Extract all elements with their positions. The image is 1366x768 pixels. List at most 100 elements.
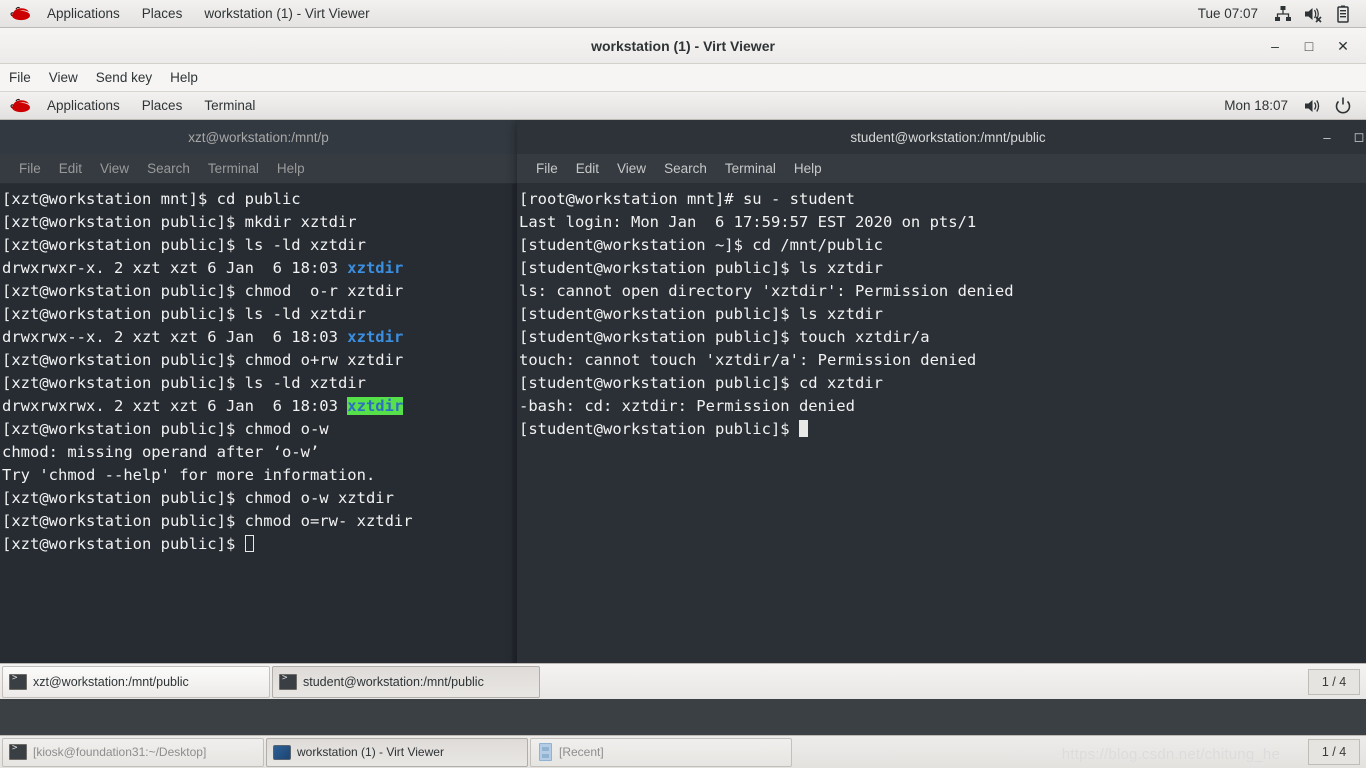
terminal-text: [xzt@workstation public]$ chmod o=rw- xz… [2,512,413,530]
guest-terminal-menu[interactable]: Terminal [193,92,266,119]
host-taskbar-item-virt-viewer[interactable]: workstation (1) - Virt Viewer [266,737,528,767]
terminal-text: drwxrwxr-x. 2 xzt xzt 6 Jan 6 18:03 [2,259,348,277]
terminal-line: [xzt@workstation public]$ chmod o-w xztd… [2,487,517,510]
menu-file[interactable]: File [0,65,40,91]
redhat-logo-icon [8,4,34,24]
right-terminal-output[interactable]: [root@workstation mnt]# su - student Last… [517,184,1366,683]
virt-viewer-titlebar[interactable]: workstation (1) - Virt Viewer – □ ✕ [0,28,1366,64]
terminal-text: [xzt@workstation public]$ [2,535,245,553]
terminal-text: [xzt@workstation public]$ chmod o+rw xzt… [2,351,404,369]
terminal-line: drwxrwx--x. 2 xzt xzt 6 Jan 6 18:03 xztd… [2,326,517,349]
maximize-button[interactable]: □ [1292,31,1326,61]
terminal-text: [student@workstation public]$ ls xztdir [519,305,883,323]
taskbar-item-label: student@workstation:/mnt/public [303,674,484,689]
taskbar-item-student-terminal[interactable]: student@workstation:/mnt/public [272,665,540,698]
guest-applications-menu[interactable]: Applications [36,92,131,119]
terminal-line: -bash: cd: xztdir: Permission denied [519,395,1366,418]
virt-viewer-window-controls: – □ ✕ [1258,28,1360,64]
host-status-area: Tue 07:07 [1188,4,1366,24]
host-clock[interactable]: Tue 07:07 [1188,6,1268,21]
terminal-line: [xzt@workstation mnt]$ cd public [2,188,517,211]
menu-help[interactable]: Help [161,65,207,91]
menu-view[interactable]: View [40,65,87,91]
right-menu-terminal[interactable]: Terminal [716,155,785,183]
right-menu-file[interactable]: File [527,155,567,183]
terminal-icon [279,673,297,690]
terminal-line: [root@workstation mnt]# su - student [519,188,1366,211]
left-terminal-output[interactable]: [xzt@workstation mnt]$ cd public [xzt@wor… [0,184,517,688]
guest-workspace-switcher[interactable]: 1 / 4 [1308,668,1360,695]
monitor-icon [273,744,291,760]
guest-places-menu[interactable]: Places [131,92,194,119]
guest-vm-screen: Applications Places Terminal Mon 18:07 x… [0,92,1366,735]
right-menu-help[interactable]: Help [785,155,831,183]
power-icon[interactable] [1332,96,1354,116]
host-active-window-title[interactable]: workstation (1) - Virt Viewer [193,0,380,27]
guest-clock[interactable]: Mon 18:07 [1214,98,1298,113]
terminal-cursor [798,420,808,437]
terminal-highlight-text: xztdir [347,328,404,346]
menu-send-key[interactable]: Send key [87,65,161,91]
terminal-line: Try 'chmod --help' for more information. [2,464,517,487]
left-menu-file[interactable]: File [10,155,50,183]
host-applications-menu[interactable]: Applications [36,0,131,27]
terminal-text: chmod: missing operand after ‘o-w’ [2,443,320,461]
terminal-line: drwxrwxrwx. 2 xzt xzt 6 Jan 6 18:03 xztd… [2,395,517,418]
left-terminal-menubar: File Edit View Search Terminal Help [0,154,517,184]
close-button[interactable]: ✕ [1326,31,1360,61]
terminal-cursor [244,535,254,552]
volume-icon[interactable] [1302,96,1324,116]
terminal-line: chmod: missing operand after ‘o-w’ [2,441,517,464]
terminal-line: [student@workstation public]$ cd xztdir [519,372,1366,395]
host-taskbar-item-recent[interactable]: [Recent] [530,737,792,767]
left-menu-help[interactable]: Help [268,155,314,183]
terminal-window-xzt: xzt@workstation:/mnt/p File Edit View Se… [0,120,517,688]
left-menu-search[interactable]: Search [138,155,199,183]
right-terminal-menubar: File Edit View Search Terminal Help [517,154,1366,184]
minimize-button[interactable]: – [1258,31,1292,61]
left-terminal-title: xzt@workstation:/mnt/p [188,129,329,145]
host-taskbar-item-label: workstation (1) - Virt Viewer [297,745,444,759]
terminal-line: ls: cannot open directory 'xztdir': Perm… [519,280,1366,303]
terminal-line: [xzt@workstation public]$ ls -ld xztdir [2,372,517,395]
host-workspace-switcher[interactable]: 1 / 4 [1308,739,1360,765]
terminal-text: [xzt@workstation public]$ chmod o-w [2,420,329,438]
terminal-line: drwxrwxr-x. 2 xzt xzt 6 Jan 6 18:03 xztd… [2,257,517,280]
right-menu-view[interactable]: View [608,155,655,183]
host-taskbar-item-kiosk-terminal[interactable]: [kiosk@foundation31:~/Desktop] [2,737,264,767]
right-terminal-maximize-button[interactable]: ◻ [1343,124,1366,150]
host-taskbar: [kiosk@foundation31:~/Desktop] workstati… [0,735,1366,768]
guest-window-list: xzt@workstation:/mnt/public student@work… [0,664,1308,699]
volume-muted-icon[interactable] [1302,4,1324,24]
network-icon[interactable] [1272,4,1294,24]
terminal-line: Last login: Mon Jan 6 17:59:57 EST 2020 … [519,211,1366,234]
terminal-line: [xzt@workstation public]$ chmod o-w [2,418,517,441]
terminal-text: Try 'chmod --help' for more information. [2,466,376,484]
host-window-list: [kiosk@foundation31:~/Desktop] workstati… [0,736,1308,768]
terminal-text: ls: cannot open directory 'xztdir': Perm… [519,282,1014,300]
left-menu-edit[interactable]: Edit [50,155,91,183]
left-menu-terminal[interactable]: Terminal [199,155,268,183]
taskbar-item-xzt-terminal[interactable]: xzt@workstation:/mnt/public [2,665,270,698]
host-taskbar-item-label: [kiosk@foundation31:~/Desktop] [33,745,207,759]
right-menu-search[interactable]: Search [655,155,716,183]
host-places-menu[interactable]: Places [131,0,194,27]
terminal-text: [xzt@workstation mnt]$ cd public [2,190,301,208]
right-terminal-titlebar[interactable]: student@workstation:/mnt/public – ◻ [517,120,1366,154]
right-menu-edit[interactable]: Edit [567,155,608,183]
left-menu-view[interactable]: View [91,155,138,183]
host-taskbar-item-label: [Recent] [559,745,604,759]
terminal-line: [xzt@workstation public]$ chmod o+rw xzt… [2,349,517,372]
terminal-text: [xzt@workstation public]$ chmod o-w xztd… [2,489,394,507]
virt-viewer-window: workstation (1) - Virt Viewer – □ ✕ File… [0,28,1366,735]
terminal-text: [student@workstation public]$ ls xztdir [519,259,883,277]
terminal-text: [student@workstation public]$ [519,420,799,438]
terminal-icon [9,743,27,760]
battery-icon[interactable] [1332,4,1354,24]
left-terminal-titlebar[interactable]: xzt@workstation:/mnt/p [0,120,517,154]
host-top-panel: Applications Places workstation (1) - Vi… [0,0,1366,28]
terminal-text: [xzt@workstation public]$ chmod o-r xztd… [2,282,404,300]
right-terminal-minimize-button[interactable]: – [1311,124,1343,150]
terminal-text: [student@workstation public]$ cd xztdir [519,374,883,392]
guest-taskbar: xzt@workstation:/mnt/public student@work… [0,663,1366,699]
